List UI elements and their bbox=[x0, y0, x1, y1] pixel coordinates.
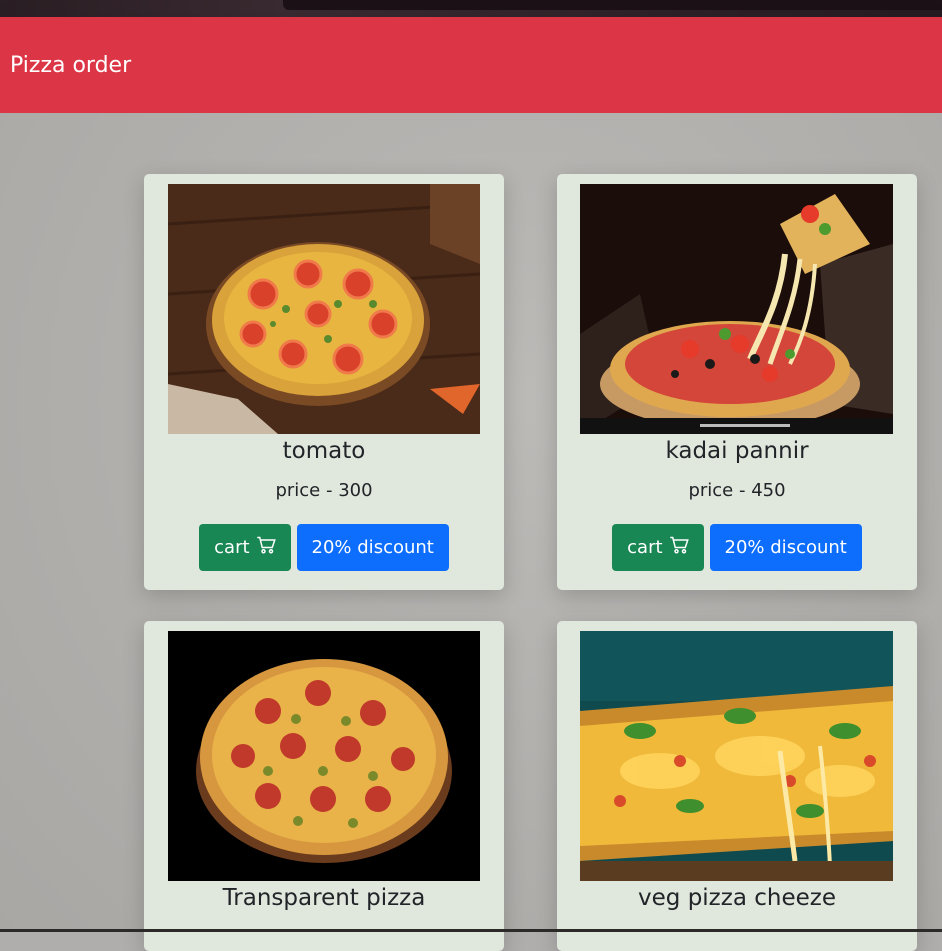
product-image-transparent-pizza bbox=[168, 631, 480, 881]
discount-button[interactable]: 20% discount bbox=[709, 524, 862, 571]
cart-button[interactable]: cart bbox=[199, 524, 291, 571]
product-price: price - 300 bbox=[275, 480, 373, 501]
product-image-veg-pizza-cheeze bbox=[580, 631, 893, 881]
card-actions: cart 20% discount bbox=[557, 524, 917, 571]
product-name: kadai pannir bbox=[665, 438, 809, 464]
navbar-brand[interactable]: Pizza order bbox=[10, 52, 131, 80]
cart-button-label: cart bbox=[627, 537, 663, 558]
cart-button[interactable]: cart bbox=[612, 524, 704, 571]
discount-button-label: 20% discount bbox=[311, 537, 434, 558]
product-image-kadai-pannir bbox=[580, 184, 893, 434]
product-grid: tomato price - 300 cart 20% discount kad… bbox=[0, 113, 942, 951]
product-card: veg pizza cheeze bbox=[557, 621, 917, 951]
product-image-tomato bbox=[168, 184, 480, 434]
cart-icon bbox=[669, 535, 689, 560]
product-name: Transparent pizza bbox=[222, 885, 426, 911]
discount-button-label: 20% discount bbox=[724, 537, 847, 558]
product-card: kadai pannir price - 450 cart 20% discou… bbox=[557, 174, 917, 590]
product-name: veg pizza cheeze bbox=[638, 885, 836, 911]
cart-icon bbox=[256, 535, 276, 560]
top-dark-bar bbox=[283, 0, 942, 10]
discount-button[interactable]: 20% discount bbox=[296, 524, 449, 571]
browser-top-strip bbox=[0, 0, 942, 17]
product-name: tomato bbox=[282, 438, 366, 464]
cart-button-label: cart bbox=[214, 537, 250, 558]
product-price: price - 450 bbox=[688, 480, 786, 501]
navbar: Pizza order bbox=[0, 17, 942, 113]
product-card: Transparent pizza bbox=[144, 621, 504, 951]
card-actions: cart 20% discount bbox=[144, 524, 504, 571]
product-card: tomato price - 300 cart 20% discount bbox=[144, 174, 504, 590]
